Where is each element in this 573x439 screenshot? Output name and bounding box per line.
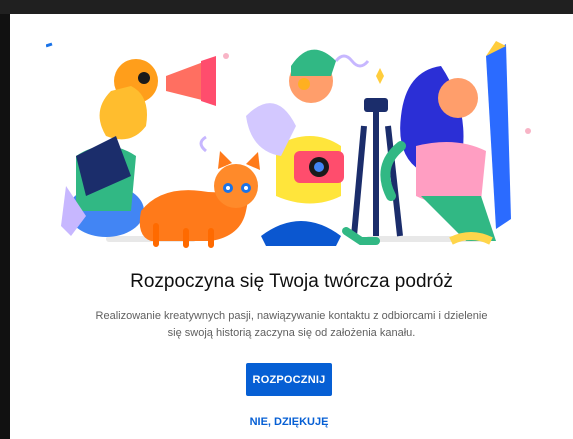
photographer-person: [246, 49, 403, 246]
page-backdrop-left: [0, 14, 10, 439]
get-started-button[interactable]: ROZPOCZNIJ: [246, 363, 332, 396]
dialog-description-line: się swoją historią zaczyna się od założe…: [167, 327, 416, 339]
dialog-description: Realizowanie kreatywnych pasji, nawiązyw…: [76, 308, 507, 342]
dialog-title: Rozpoczyna się Twoja twórcza podróż: [130, 271, 453, 292]
cat-character: [139, 151, 260, 248]
dialog-description-line: Realizowanie kreatywnych pasji, nawiązyw…: [95, 310, 488, 322]
creators-illustration: [46, 41, 531, 248]
no-thanks-button[interactable]: NIE, DZIĘKUJĘ: [216, 411, 362, 433]
create-channel-dialog: Rozpoczyna się Twoja twórcza podróż Real…: [10, 14, 573, 439]
page-backdrop-top: [0, 0, 573, 14]
artist-person: [380, 41, 511, 245]
